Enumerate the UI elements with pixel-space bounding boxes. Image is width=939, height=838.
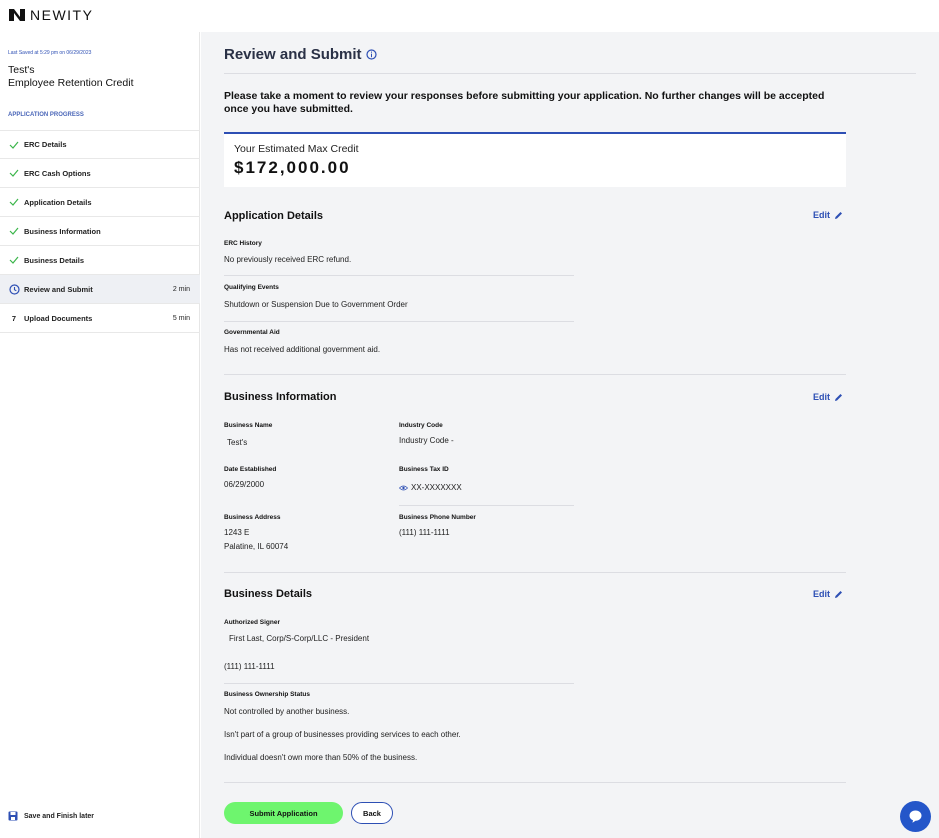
sidebar-item-application-details[interactable]: Application Details <box>0 188 200 217</box>
newity-logo-icon <box>9 9 25 21</box>
pencil-icon <box>835 211 842 219</box>
business-address-label: Business Address <box>224 514 281 521</box>
business-address-line1: 1243 E <box>224 528 250 537</box>
info-icon[interactable] <box>365 49 377 60</box>
check-icon <box>8 225 20 237</box>
back-button[interactable]: Back <box>351 802 393 824</box>
eye-icon[interactable] <box>399 485 408 491</box>
brand-name: NEWITY <box>30 7 94 23</box>
ownership-status-1: Not controlled by another business. <box>224 707 350 716</box>
section-divider <box>224 782 846 783</box>
date-established-value: 06/29/2000 <box>224 480 265 489</box>
edit-label: Edit <box>813 589 830 599</box>
save-icon <box>8 811 18 821</box>
business-tax-id-field: XX-XXXXXXX <box>399 481 462 494</box>
business-information-title: Business Information <box>224 391 337 403</box>
edit-label: Edit <box>813 210 830 220</box>
field-divider <box>399 505 574 506</box>
sidebar-item-label: Review and Submit <box>24 284 93 294</box>
sidebar-item-review-and-submit[interactable]: Review and Submit 2 min <box>0 275 200 304</box>
edit-business-information-button[interactable]: Edit <box>813 392 843 402</box>
check-icon <box>8 167 20 179</box>
erc-history-value: No previously received ERC refund. <box>224 255 352 264</box>
field-divider <box>224 321 574 322</box>
sidebar-item-label: ERC Cash Options <box>24 168 91 178</box>
last-saved-text: Last Saved at 5:29 pm on 06/29/2023 <box>8 50 92 56</box>
save-and-finish-later-button[interactable]: Save and Finish later <box>8 811 94 821</box>
industry-code-value: Industry Code - <box>399 436 454 445</box>
date-established-label: Date Established <box>224 466 277 473</box>
sidebar-item-label: Business Information <box>24 226 101 236</box>
section-divider <box>224 572 846 573</box>
edit-application-details-button[interactable]: Edit <box>813 210 843 220</box>
authorized-signer-label: Authorized Signer <box>224 619 280 626</box>
step-time-estimate: 5 min <box>172 314 190 322</box>
ownership-status-3: Individual doesn't own more than 50% of … <box>224 753 418 762</box>
sidebar-item-label: Business Details <box>24 255 85 265</box>
title-divider <box>224 73 916 74</box>
authorized-signer-value: First Last, Corp/S-Corp/LLC - President <box>229 634 370 643</box>
section-divider <box>224 374 846 375</box>
review-instructions: Please take a moment to review your resp… <box>224 90 825 115</box>
qualifying-events-label: Qualifying Events <box>224 284 279 291</box>
sidebar-item-label: Upload Documents <box>24 313 93 323</box>
save-later-label: Save and Finish later <box>24 812 95 820</box>
application-type: Employee Retention Credit <box>8 77 134 89</box>
business-tax-id-label: Business Tax ID <box>399 466 449 473</box>
sidebar-item-business-details[interactable]: Business Details <box>0 246 200 275</box>
top-bar: NEWITY <box>0 0 939 32</box>
pencil-icon <box>835 590 842 598</box>
sidebar-item-upload-documents[interactable]: 7 Upload Documents 5 min <box>0 304 200 333</box>
step-number: 7 <box>11 313 17 323</box>
estimated-credit-value: $172,000.00 <box>234 158 351 177</box>
authorized-signer-phone: (111) 111-1111 <box>224 662 275 671</box>
chat-button[interactable] <box>900 801 931 832</box>
application-details-title: Application Details <box>224 210 324 222</box>
newity-logo[interactable]: NEWITY <box>8 7 93 23</box>
ownership-status-2: Isn't part of a group of businesses prov… <box>224 730 461 739</box>
edit-label: Edit <box>813 392 830 402</box>
sidebar-item-label: ERC Details <box>24 140 67 149</box>
erc-history-label: ERC History <box>224 240 262 247</box>
field-divider <box>224 683 574 684</box>
step-time-estimate: 2 min <box>172 285 190 293</box>
industry-code-label: Industry Code <box>399 422 443 429</box>
sidebar-item-erc-details[interactable]: ERC Details <box>0 130 200 159</box>
business-phone-value: (111) 111-1111 <box>399 528 450 537</box>
check-icon <box>8 196 20 208</box>
estimated-credit-card: Your Estimated Max Credit $172,000.00 <box>224 132 846 187</box>
estimated-credit-label: Your Estimated Max Credit <box>234 143 359 155</box>
application-name: Test's Employee Retention Credit <box>8 64 133 90</box>
chat-bubble-icon <box>909 810 922 823</box>
qualifying-events-value: Shutdown or Suspension Due to Government… <box>224 300 408 309</box>
sidebar-item-label: Application Details <box>24 197 92 207</box>
page-title: Review and Submit <box>224 46 377 63</box>
sidebar-item-erc-cash-options[interactable]: ERC Cash Options <box>0 159 200 188</box>
check-icon <box>8 139 20 151</box>
progress-heading: APPLICATION PROGRESS <box>8 112 84 118</box>
clock-icon <box>8 283 20 295</box>
sidebar-item-business-information[interactable]: Business Information <box>0 217 200 246</box>
pencil-icon <box>835 393 842 401</box>
governmental-aid-value: Has not received additional government a… <box>224 345 381 354</box>
progress-steps: ERC Details ERC Cash Options Application… <box>0 130 200 333</box>
business-address-line2: Palatine, IL 60074 <box>224 542 289 551</box>
governmental-aid-label: Governmental Aid <box>224 329 280 336</box>
main-content: Review and Submit Please take a moment t… <box>201 32 939 838</box>
check-icon <box>8 254 20 266</box>
business-name-value: Test's <box>227 438 248 447</box>
page-title-text: Review and Submit <box>224 46 362 63</box>
business-tax-id-value: XX-XXXXXXX <box>411 483 462 492</box>
field-divider <box>224 275 574 276</box>
business-details-title: Business Details <box>224 588 313 600</box>
edit-business-details-button[interactable]: Edit <box>813 589 843 599</box>
sidebar: Last Saved at 5:29 pm on 06/29/2023 Test… <box>0 32 200 838</box>
submit-application-button[interactable]: Submit Application <box>224 802 343 824</box>
ownership-status-label: Business Ownership Status <box>224 691 310 698</box>
business-name-label: Business Name <box>224 422 273 429</box>
business-phone-label: Business Phone Number <box>399 514 476 521</box>
application-business: Test's <box>8 64 35 76</box>
